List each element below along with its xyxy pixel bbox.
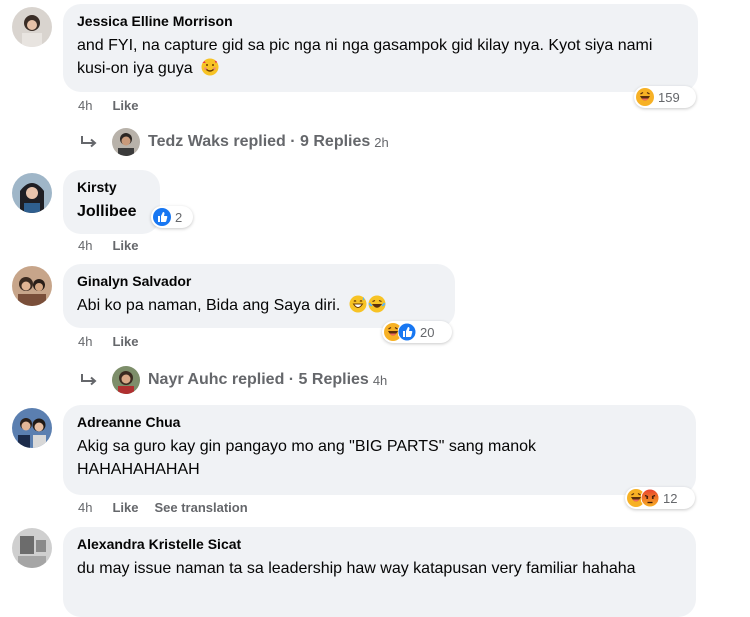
comment-text: du may issue naman ta sa leadership haw … [77, 560, 636, 577]
comment-text: and FYI, na capture gid sa pic nga ni ng… [77, 37, 653, 77]
replies-label: Tedz Waks replied · 9 Replies [148, 133, 371, 150]
reaction-count-text: 20 [420, 324, 435, 340]
replies-timestamp: 4h [372, 372, 388, 388]
comment-bubble: Adreanne Chua Akig sa guro kay gin panga… [63, 405, 696, 495]
comment-author[interactable]: Alexandra Kristelle Sicat [77, 535, 682, 553]
avatar[interactable] [12, 528, 52, 568]
like-reaction-icon [397, 322, 417, 342]
comment-actions: 4h Like [78, 238, 154, 253]
comment-text: Akig sa guro kay gin pangayo mo ang "BIG… [77, 438, 537, 478]
comment-bubble: Jessica Elline Morrison and FYI, na capt… [63, 4, 698, 92]
replies-label: Nayr Auhc replied · 5 Replies [148, 371, 369, 388]
view-replies-link[interactable]: Tedz Waks replied · 9 Replies 2h [80, 128, 389, 156]
comment-bubble: Alexandra Kristelle Sicat du may issue n… [63, 527, 696, 617]
grinning-sweat-icon [349, 295, 367, 313]
comment-timestamp[interactable]: 4h [78, 238, 92, 253]
reaction-count[interactable]: 20 [382, 321, 452, 343]
comment-actions: 4h Like [78, 98, 154, 113]
like-button[interactable]: Like [112, 500, 138, 515]
angry-reaction-icon [640, 488, 660, 508]
reaction-count-text: 2 [175, 209, 183, 225]
see-translation-link[interactable]: See translation [154, 500, 247, 515]
comment-timestamp[interactable]: 4h [78, 98, 92, 113]
haha-reaction-icon [636, 88, 654, 106]
reaction-count-text: 159 [658, 89, 680, 105]
comment-bubble: Ginalyn Salvador Abi ko pa naman, Bida a… [63, 264, 455, 328]
comment-author[interactable]: Ginalyn Salvador [77, 272, 441, 290]
comment-author[interactable]: Kirsty [77, 178, 146, 196]
reply-arrow-icon [80, 135, 98, 149]
comment-author[interactable]: Adreanne Chua [77, 413, 682, 431]
avatar [112, 128, 140, 156]
reaction-count[interactable]: 159 [634, 86, 696, 108]
like-button[interactable]: Like [112, 98, 138, 113]
comment-timestamp[interactable]: 4h [78, 500, 92, 515]
view-replies-link[interactable]: Nayr Auhc replied · 5 Replies 4h [80, 366, 387, 394]
like-reaction-icon [153, 208, 171, 226]
reaction-count[interactable]: 2 [151, 206, 193, 228]
avatar [112, 366, 140, 394]
avatar[interactable] [12, 173, 52, 213]
reaction-count-text: 12 [663, 490, 678, 506]
comment-text: Jollibee [77, 203, 137, 220]
comment-bubble: Kirsty Jollibee [63, 170, 160, 234]
avatar[interactable] [12, 408, 52, 448]
avatar[interactable] [12, 7, 52, 47]
like-button[interactable]: Like [112, 238, 138, 253]
like-button[interactable]: Like [112, 334, 138, 349]
avatar[interactable] [12, 266, 52, 306]
comment-actions: 4h Like See translation [78, 500, 264, 515]
reply-arrow-icon [80, 373, 98, 387]
replies-timestamp: 2h [374, 134, 389, 150]
reaction-count[interactable]: 12 [625, 487, 695, 509]
smiling-face-with-hearts-icon [201, 58, 219, 76]
comment-actions: 4h Like [78, 334, 154, 349]
tears-of-joy-icon [368, 295, 386, 313]
comment-timestamp[interactable]: 4h [78, 334, 92, 349]
comment-author[interactable]: Jessica Elline Morrison [77, 12, 684, 30]
comment-text: Abi ko pa naman, Bida ang Saya diri. [77, 297, 341, 314]
